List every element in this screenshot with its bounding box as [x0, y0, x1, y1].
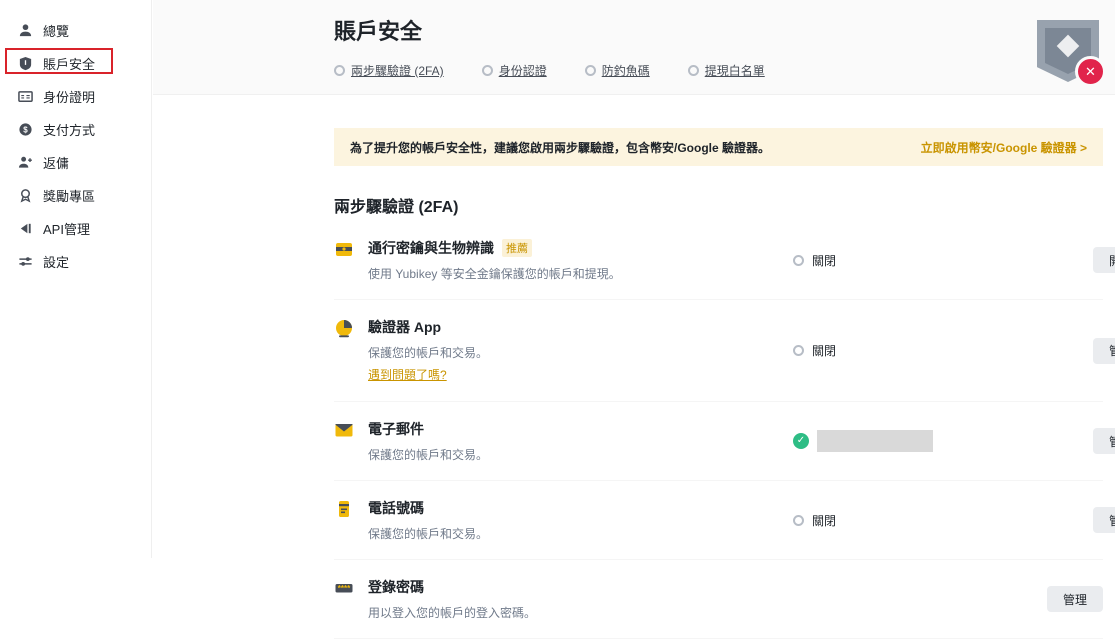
sidebar-item-overview[interactable]: 總覽: [0, 14, 151, 47]
redacted-email-value: [817, 430, 933, 452]
manage-button[interactable]: 管理: [1093, 507, 1115, 533]
main-content: 為了提升您的帳戶安全性，建議您啟用兩步驟驗證，包含幣安/Google 驗證器。 …: [153, 95, 1115, 558]
page-header: 賬戶安全 兩步驟驗證 (2FA) 身份認證 防釣魚碼 提現白名單: [153, 0, 1115, 95]
api-icon: [18, 221, 33, 236]
section-title-2fa: 兩步驟驗證 (2FA): [334, 193, 1103, 217]
shield-icon: [18, 56, 33, 71]
sidebar-item-label: API管理: [43, 219, 90, 238]
row-title: 通行密鑰與生物辨識: [368, 238, 494, 258]
anchor-antiphishing[interactable]: 防釣魚碼: [585, 62, 650, 79]
manage-button[interactable]: 管理: [1047, 586, 1103, 612]
passkey-icon: [334, 239, 354, 259]
status-dot-icon: [688, 65, 699, 76]
person-plus-icon: [18, 155, 33, 170]
anchor-label: 兩步驟驗證 (2FA): [351, 62, 444, 79]
row-status: 關閉: [793, 512, 1093, 529]
manage-button[interactable]: 管理: [1093, 428, 1115, 454]
row-login-password: **** 登錄密碼 用以登入您的帳戶的登入密碼。 管理: [334, 560, 1103, 639]
status-dot-icon: [334, 65, 345, 76]
sidebar-item-settings[interactable]: 設定: [0, 245, 151, 278]
row-title: 電子郵件: [368, 419, 424, 439]
password-icon: ****: [334, 578, 354, 598]
verified-check-icon: ✓: [793, 433, 809, 449]
sidebar-item-label: 支付方式: [43, 120, 95, 139]
status-dot-icon: [482, 65, 493, 76]
status-off-icon: [793, 515, 804, 526]
row-status: ✓: [793, 430, 1093, 452]
row-desc: 保護您的帳戶和交易。: [368, 446, 793, 463]
security-banner: 為了提升您的帳戶安全性，建議您啟用兩步驟驗證，包含幣安/Google 驗證器。 …: [334, 128, 1103, 166]
anchor-2fa[interactable]: 兩步驟驗證 (2FA): [334, 62, 444, 79]
sidebar-item-payment[interactable]: $ 支付方式: [0, 113, 151, 146]
status-label: 關閉: [812, 512, 836, 529]
sidebar-item-label: 設定: [43, 252, 69, 271]
banner-text: 為了提升您的帳戶安全性，建議您啟用兩步驟驗證，包含幣安/Google 驗證器。: [350, 139, 770, 156]
sidebar-item-identity[interactable]: 身份證明: [0, 80, 151, 113]
id-card-icon: [18, 89, 33, 104]
sidebar-item-label: 身份證明: [43, 87, 95, 106]
row-title: 電話號碼: [368, 498, 424, 518]
enable-button[interactable]: 開啟: [1093, 247, 1115, 273]
anchor-label: 防釣魚碼: [602, 62, 650, 79]
row-desc: 用以登入您的帳戶的登入密碼。: [368, 604, 793, 621]
status-off-icon: [793, 345, 804, 356]
row-status: 關閉: [793, 252, 1093, 269]
sidebar-item-api[interactable]: API管理: [0, 212, 151, 245]
anchor-whitelist[interactable]: 提現白名單: [688, 62, 765, 79]
medal-icon: [18, 188, 33, 203]
sidebar: 總覽 賬戶安全 身份證明 $ 支付方式 返傭 獎勵專區 API管理 設定: [0, 0, 152, 558]
status-off-icon: [793, 255, 804, 266]
row-passkeys: 通行密鑰與生物辨識 推薦 使用 Yubikey 等安全金鑰保護您的帳戶和提現。 …: [334, 221, 1103, 300]
authenticator-icon: [334, 318, 354, 338]
svg-text:$: $: [23, 125, 28, 134]
anchor-label: 提現白名單: [705, 62, 765, 79]
phone-icon: [334, 499, 354, 519]
row-title: 登錄密碼: [368, 577, 424, 597]
row-title: 驗證器 App: [368, 317, 441, 337]
row-desc: 保護您的帳戶和交易。: [368, 344, 793, 361]
sidebar-item-label: 返傭: [43, 153, 69, 172]
row-authenticator-app: 驗證器 App 保護您的帳戶和交易。 遇到問題了嗎? 關閉 管理: [334, 300, 1103, 402]
security-shield-logo: ✕: [1037, 20, 1101, 84]
person-icon: [18, 23, 33, 38]
row-status: 關閉: [793, 342, 1093, 359]
sidebar-item-account-security[interactable]: 賬戶安全: [0, 47, 151, 80]
row-email: 電子郵件 保護您的帳戶和交易。 ✓ 管理: [334, 402, 1103, 481]
twofa-rows: 通行密鑰與生物辨識 推薦 使用 Yubikey 等安全金鑰保護您的帳戶和提現。 …: [334, 221, 1103, 639]
anchor-identity[interactable]: 身份認證: [482, 62, 547, 79]
sidebar-item-label: 賬戶安全: [43, 54, 95, 73]
error-x-icon: ✕: [1075, 56, 1106, 87]
sidebar-item-rewards[interactable]: 獎勵專區: [0, 179, 151, 212]
row-desc: 使用 Yubikey 等安全金鑰保護您的帳戶和提現。: [368, 265, 793, 282]
sliders-icon: [18, 254, 33, 269]
sidebar-item-referral[interactable]: 返傭: [0, 146, 151, 179]
anchor-nav: 兩步驟驗證 (2FA) 身份認證 防釣魚碼 提現白名單: [334, 62, 765, 79]
dollar-circle-icon: $: [18, 122, 33, 137]
sidebar-item-label: 總覽: [43, 21, 69, 40]
anchor-label: 身份認證: [499, 62, 547, 79]
status-label: 關閉: [812, 342, 836, 359]
manage-button[interactable]: 管理: [1093, 338, 1115, 364]
row-phone: 電話號碼 保護您的帳戶和交易。 關閉 管理: [334, 481, 1103, 560]
email-icon: [334, 420, 354, 440]
having-problems-link[interactable]: 遇到問題了嗎?: [368, 366, 447, 383]
recommended-badge: 推薦: [502, 239, 532, 257]
row-desc: 保護您的帳戶和交易。: [368, 525, 793, 542]
svg-text:****: ****: [338, 584, 351, 593]
page-title: 賬戶安全: [334, 14, 422, 46]
status-dot-icon: [585, 65, 596, 76]
enable-authenticator-link[interactable]: 立即啟用幣安/Google 驗證器 >: [921, 139, 1087, 156]
sidebar-item-label: 獎勵專區: [43, 186, 95, 205]
status-label: 關閉: [812, 252, 836, 269]
